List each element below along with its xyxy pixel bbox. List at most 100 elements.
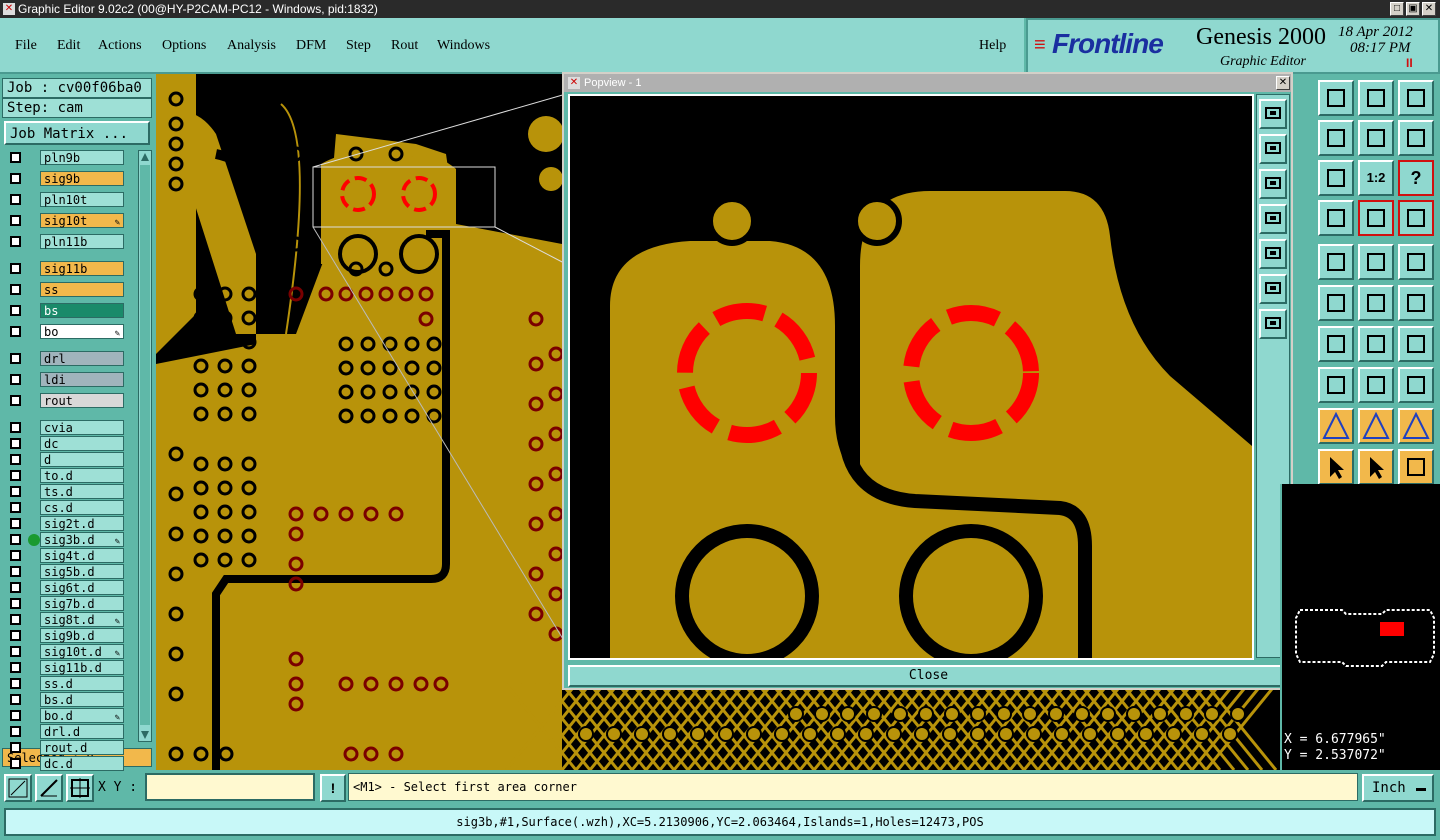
grid-icon[interactable] (1318, 200, 1354, 236)
layer-checkbox[interactable] (10, 614, 21, 625)
arc-icon[interactable] (1358, 326, 1394, 362)
zoom-out-icon[interactable] (1259, 169, 1287, 199)
layer-row[interactable]: ts.d (2, 484, 126, 499)
layer-name[interactable]: sig9b.d (40, 628, 124, 643)
layer-name[interactable]: sig5b.d (40, 564, 124, 579)
layer-checkbox[interactable] (10, 422, 21, 433)
layer-checkbox[interactable] (10, 502, 21, 513)
scroll-thumb[interactable] (140, 165, 150, 725)
layer-name[interactable]: bo ✎ (40, 324, 124, 339)
help-icon[interactable]: ? (1398, 160, 1434, 196)
layer-name[interactable]: sig10t.d ✎ (40, 644, 124, 659)
rotate-icon[interactable] (1358, 120, 1394, 156)
layer-name[interactable]: sig3b.d ✎ (40, 532, 124, 547)
layer-checkbox[interactable] (10, 582, 21, 593)
layer-name[interactable]: to.d (40, 468, 124, 483)
layer-row[interactable]: sig11b.d (2, 660, 126, 675)
text-icon[interactable] (1398, 326, 1434, 362)
layer-row[interactable]: drl (2, 351, 126, 366)
menu-dfm[interactable]: DFM (296, 38, 326, 54)
cursor-box-icon[interactable] (1358, 449, 1394, 485)
diagonal-icon[interactable] (1318, 244, 1354, 280)
line-remove-icon[interactable] (1398, 285, 1434, 321)
menu-analysis[interactable]: Analysis (227, 38, 276, 54)
layer-checkbox[interactable] (10, 726, 21, 737)
popview-close-button[interactable]: Close (568, 665, 1289, 687)
layer-name[interactable]: ss (40, 282, 124, 297)
layer-row[interactable]: d (2, 452, 126, 467)
layer-row[interactable]: pln9b (2, 150, 126, 165)
layer-row[interactable]: ldi (2, 372, 126, 387)
layer-name[interactable]: dc (40, 436, 124, 451)
units-select[interactable]: Inch (1362, 774, 1434, 802)
layer-checkbox[interactable] (10, 470, 21, 481)
layer-checkbox[interactable] (10, 438, 21, 449)
dimension-icon[interactable] (1358, 367, 1394, 403)
layer-row[interactable]: sig9b.d (2, 628, 126, 643)
menu-step[interactable]: Step (346, 38, 371, 54)
scroll-up-icon[interactable] (141, 153, 149, 161)
layer-row[interactable]: bo.d ✎ (2, 708, 126, 723)
layer-checkbox[interactable] (10, 236, 21, 247)
menu-actions[interactable]: Actions (98, 38, 142, 54)
layer-checkbox[interactable] (10, 662, 21, 673)
layer-row[interactable]: sig4t.d (2, 548, 126, 563)
scroll-down-icon[interactable] (141, 731, 149, 739)
layer-checkbox[interactable] (10, 550, 21, 561)
zoom-home-icon[interactable] (1259, 99, 1287, 129)
layer-name[interactable]: rout (40, 393, 124, 408)
layer-checkbox[interactable] (10, 710, 21, 721)
menu-edit[interactable]: Edit (57, 38, 80, 54)
layer-checkbox[interactable] (10, 194, 21, 205)
layer-row[interactable]: sig10t ✎ (2, 213, 126, 228)
layer-checkbox[interactable] (10, 518, 21, 529)
zoom-in-icon[interactable] (1259, 134, 1287, 164)
layer-row[interactable]: pln10t (2, 192, 126, 207)
layer-row[interactable]: rout.d (2, 740, 126, 755)
center-icon[interactable] (1259, 309, 1287, 339)
popview-canvas[interactable] (568, 94, 1254, 660)
popview-zoom[interactable] (570, 96, 1252, 658)
menu-file[interactable]: File (15, 38, 37, 54)
pause-indicator[interactable]: II (1406, 56, 1413, 70)
ruler-icon[interactable] (1358, 244, 1394, 280)
layer-checkbox[interactable] (10, 758, 21, 769)
layer-name[interactable]: rout.d (40, 740, 124, 755)
layer-row[interactable]: sig5b.d (2, 564, 126, 579)
layer-checkbox[interactable] (10, 215, 21, 226)
xy-input[interactable] (145, 773, 315, 801)
layers-red-icon[interactable] (1358, 200, 1394, 236)
layer-name[interactable]: drl.d (40, 724, 124, 739)
layer-name[interactable]: ldi (40, 372, 124, 387)
layer-row[interactable]: drl.d (2, 724, 126, 739)
triangle-red-icon[interactable] (1358, 408, 1394, 444)
layer-name[interactable]: bo.d ✎ (40, 708, 124, 723)
layer-name[interactable]: sig6t.d (40, 580, 124, 595)
layer-row[interactable]: sig7b.d (2, 596, 126, 611)
fit-icon[interactable] (1259, 274, 1287, 304)
draw-line-icon[interactable] (1318, 326, 1354, 362)
layer-checkbox[interactable] (10, 374, 21, 385)
minimize-button[interactable]: □ (1390, 2, 1404, 16)
snap-grid-icon[interactable] (66, 774, 94, 802)
layer-name[interactable]: ts.d (40, 484, 124, 499)
layer-name[interactable]: bs.d (40, 692, 124, 707)
layer-checkbox[interactable] (10, 598, 21, 609)
layer-name[interactable]: drl (40, 351, 124, 366)
layer-row[interactable]: cs.d (2, 500, 126, 515)
menu-options[interactable]: Options (162, 38, 206, 54)
triangle-x-icon[interactable] (1398, 408, 1434, 444)
measure-icon[interactable] (35, 774, 63, 802)
shapes-icon[interactable] (1398, 367, 1434, 403)
layer-name[interactable]: bs (40, 303, 124, 318)
overview-viewport[interactable] (1380, 622, 1404, 636)
layer-name[interactable]: ss.d (40, 676, 124, 691)
fit-all-icon[interactable] (1318, 160, 1354, 196)
layer-checkbox[interactable] (10, 454, 21, 465)
layer-checkbox[interactable] (10, 646, 21, 657)
layer-row[interactable]: to.d (2, 468, 126, 483)
view-down-icon[interactable] (1318, 80, 1354, 116)
layer-row[interactable]: ss.d (2, 676, 126, 691)
layer-checkbox[interactable] (10, 486, 21, 497)
layer-row[interactable]: sig8t.d ✎ (2, 612, 126, 627)
